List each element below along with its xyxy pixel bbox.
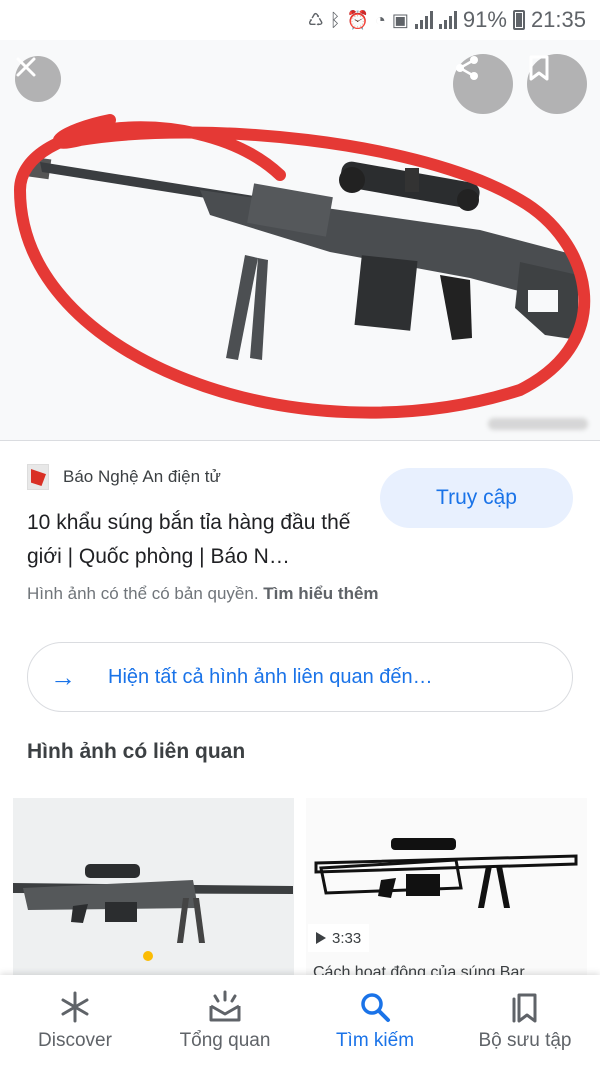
share-icon (456, 56, 478, 80)
nav-label-collections: Bộ sưu tập (478, 1030, 572, 1051)
nav-discover[interactable]: Discover (0, 975, 150, 1067)
battery-icon (512, 10, 525, 30)
show-all-related-label: Hiện tất cả hình ảnh liên quan đến… (108, 665, 433, 688)
signal-icon (414, 11, 433, 29)
play-icon (316, 932, 326, 944)
copyright-notice: Hình ảnh có thể có bản quyền. Tìm hiểu t… (27, 584, 379, 604)
close-button[interactable] (15, 56, 61, 102)
nav-search[interactable]: Tìm kiếm (300, 975, 450, 1067)
bottom-navigation: Discover Tổng quan Tìm kiếm Bộ sưu tập (0, 975, 600, 1067)
divider (0, 440, 600, 441)
show-all-related-button[interactable]: → Hiện tất cả hình ảnh liên quan đến… (27, 642, 573, 712)
sim-icon: ▣ (391, 9, 409, 30)
search-icon (358, 990, 392, 1024)
asterisk-icon (58, 990, 92, 1024)
arrow-right-icon: → (50, 662, 76, 692)
bookmark-icon (529, 55, 549, 81)
clock: 21:35 (530, 7, 586, 32)
result-title[interactable]: 10 khẩu súng bắn tỉa hàng đầu thế giới |… (27, 506, 372, 574)
rifle-thumbnail-icon (13, 864, 293, 943)
nav-collections[interactable]: Bộ sưu tập (450, 975, 600, 1067)
related-image-1[interactable] (13, 798, 294, 978)
close-icon (16, 57, 36, 77)
signal-icon-2 (438, 11, 457, 29)
copyright-text: Hình ảnh có thể có bản quyền. (27, 584, 259, 603)
source-logo-icon (27, 464, 49, 490)
video-duration: 3:33 (332, 929, 362, 947)
battery-percent: 91% (462, 7, 507, 32)
preview-image[interactable] (0, 40, 600, 440)
save-button[interactable] (527, 54, 587, 114)
rifle-image (13, 114, 591, 419)
status-bar: ♺ ᛒ ⏰ ◔ ▣ 91% 21:35 (0, 0, 600, 40)
section-title: Hình ảnh có liên quan (27, 740, 246, 763)
nav-label-discover: Discover (38, 1030, 112, 1051)
bluetooth-icon: ᛒ (329, 9, 341, 30)
recycle-icon: ♺ (307, 9, 324, 30)
video-duration-badge: 3:33 (308, 924, 370, 952)
collections-icon (508, 990, 542, 1024)
nav-label-search: Tìm kiếm (335, 1030, 415, 1051)
source-name: Báo Nghệ An điện tử (63, 467, 221, 486)
wifi-icon: ◔ (375, 9, 386, 30)
nav-label-updates: Tổng quan (179, 1030, 271, 1051)
nav-updates[interactable]: Tổng quan (150, 975, 300, 1067)
alarm-icon: ⏰ (346, 9, 369, 30)
source-row[interactable]: Báo Nghệ An điện tử (27, 464, 221, 490)
watermark (488, 418, 588, 430)
updates-icon (207, 990, 243, 1024)
visit-button[interactable]: Truy cập (380, 468, 573, 528)
indicator-dot (143, 951, 153, 961)
share-button[interactable] (453, 54, 513, 114)
learn-more-link[interactable]: Tìm hiểu thêm (263, 584, 378, 603)
